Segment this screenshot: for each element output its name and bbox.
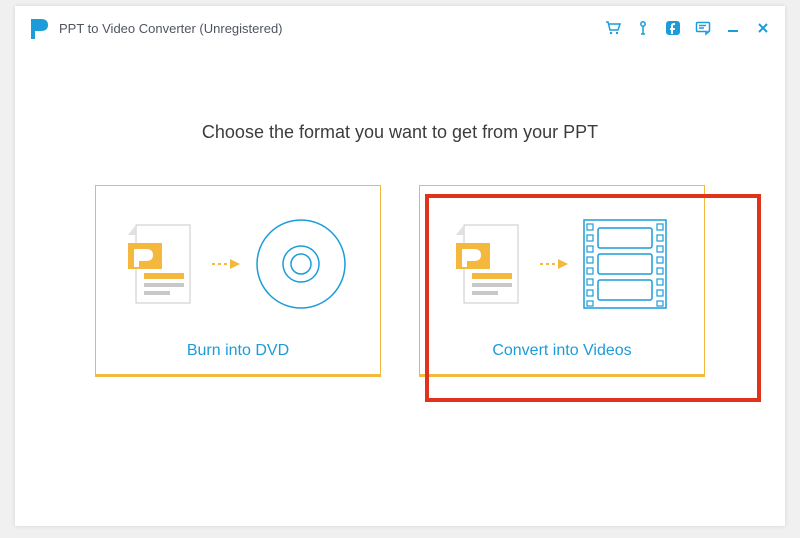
titlebar: PPT to Video Converter (Unregistered) — [15, 6, 785, 50]
main-content: Choose the format you want to get from y… — [15, 50, 785, 377]
minimize-button[interactable] — [725, 20, 741, 36]
option-convert-videos[interactable]: Convert into Videos — [419, 185, 705, 377]
key-icon[interactable] — [635, 20, 651, 36]
option-burn-dvd-art — [96, 186, 380, 342]
arrow-icon — [212, 257, 240, 271]
cart-icon[interactable] — [605, 20, 621, 36]
ppt-doc-icon — [456, 221, 526, 307]
facebook-icon[interactable] — [665, 20, 681, 36]
titlebar-controls — [605, 20, 771, 36]
app-window: PPT to Video Converter (Unregistered) — [15, 6, 785, 526]
option-burn-dvd[interactable]: Burn into DVD — [95, 185, 381, 377]
film-icon — [582, 218, 668, 310]
app-logo-icon — [29, 17, 49, 39]
app-title: PPT to Video Converter (Unregistered) — [59, 21, 283, 36]
arrow-icon — [540, 257, 568, 271]
option-convert-videos-art — [420, 186, 704, 342]
feedback-icon[interactable] — [695, 20, 711, 36]
option-row: Burn into DVD — [15, 185, 785, 377]
ppt-doc-icon — [128, 221, 198, 307]
page-heading: Choose the format you want to get from y… — [15, 122, 785, 143]
option-label: Burn into DVD — [187, 342, 289, 360]
option-label: Convert into Videos — [492, 342, 631, 360]
disc-icon — [254, 217, 348, 311]
close-button[interactable] — [755, 20, 771, 36]
